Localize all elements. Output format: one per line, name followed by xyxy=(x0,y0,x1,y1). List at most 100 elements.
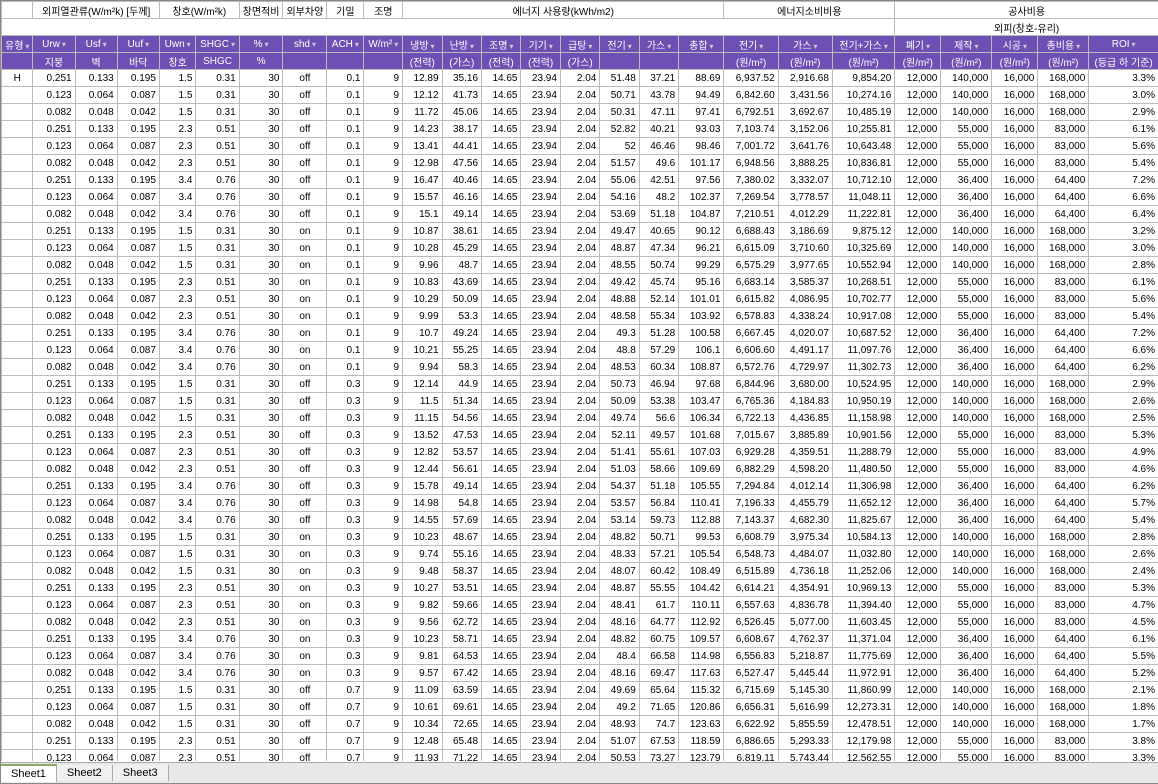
data-row[interactable]: 0.1230.0640.0873.40.7630on0.399.8164.531… xyxy=(2,648,1158,665)
cell: 2.3 xyxy=(159,308,196,325)
data-row[interactable]: 0.1230.0640.0872.30.5130off0.3912.8253.5… xyxy=(2,444,1158,461)
col-type[interactable]: 유형 xyxy=(2,36,33,53)
col-cm[interactable]: 제작 xyxy=(941,36,992,53)
cell: 0.31 xyxy=(196,682,239,699)
col-lpd[interactable]: W/m² xyxy=(364,36,403,53)
data-row[interactable]: 0.0820.0480.0422.30.5130on0.199.9953.314… xyxy=(2,308,1158,325)
data-row[interactable]: 0.0820.0480.0421.50.3130on0.199.9648.714… xyxy=(2,257,1158,274)
cell: 6,929.28 xyxy=(724,444,778,461)
cell: 6,608.79 xyxy=(724,529,778,546)
col-cg[interactable]: 가스 xyxy=(778,36,832,53)
col-uroof[interactable]: Urw xyxy=(33,36,75,53)
data-row[interactable]: 0.2510.1330.1952.30.5130off0.7912.4865.4… xyxy=(2,733,1158,750)
cell: 2.04 xyxy=(560,274,599,291)
col-uwall[interactable]: Usf xyxy=(75,36,117,53)
col-shgc[interactable]: SHGC xyxy=(196,36,239,53)
data-row[interactable]: 0.0820.0480.0422.30.5130on0.399.5662.721… xyxy=(2,614,1158,631)
cell: 14.65 xyxy=(482,444,521,461)
col-equip[interactable]: 기기 xyxy=(521,36,560,53)
cell: 9 xyxy=(364,121,403,138)
data-row[interactable]: 0.2510.1330.1951.50.3130off0.3912.1444.9… xyxy=(2,376,1158,393)
data-row[interactable]: 0.1230.0640.0871.50.3130on0.399.7455.161… xyxy=(2,546,1158,563)
col-tot[interactable]: 총합 xyxy=(679,36,724,53)
cell xyxy=(2,257,33,274)
data-row[interactable]: 0.1230.0640.0872.30.5130off0.7911.9371.2… xyxy=(2,750,1158,762)
data-row[interactable]: 0.2510.1330.1952.30.5130on0.1910.8343.69… xyxy=(2,274,1158,291)
cell: 3.4 xyxy=(159,172,196,189)
data-row[interactable]: 0.2510.1330.1953.40.7630off0.1916.4740.4… xyxy=(2,172,1158,189)
cell: 0.133 xyxy=(75,580,117,597)
cell: 9 xyxy=(364,699,403,716)
data-row[interactable]: 0.0820.0480.0423.40.7630on0.399.5767.421… xyxy=(2,665,1158,682)
data-row[interactable]: 0.1230.0640.0873.40.7630off0.1915.5746.1… xyxy=(2,189,1158,206)
data-row[interactable]: 0.2510.1330.1952.30.5130off0.1914.2338.1… xyxy=(2,121,1158,138)
col-heat[interactable]: 난방 xyxy=(442,36,481,53)
data-row[interactable]: 0.0820.0480.0423.40.7630off0.3914.5557.6… xyxy=(2,512,1158,529)
data-row[interactable]: 0.1230.0640.0873.40.7630on0.1910.2155.25… xyxy=(2,342,1158,359)
data-row[interactable]: 0.0820.0480.0421.50.3130off0.3911.1554.5… xyxy=(2,410,1158,427)
col-elec[interactable]: 전기 xyxy=(600,36,639,53)
col-ci[interactable]: 시공 xyxy=(992,36,1038,53)
cell: 0.251 xyxy=(33,274,75,291)
cell: 0.1 xyxy=(327,87,364,104)
cell: 9 xyxy=(364,325,403,342)
data-row[interactable]: 0.1230.0640.0871.50.3130off0.7910.6169.6… xyxy=(2,699,1158,716)
data-row[interactable]: H0.2510.1330.1951.50.3130off0.1912.8935.… xyxy=(2,70,1158,87)
col-ce[interactable]: 전기 xyxy=(724,36,778,53)
cell: off xyxy=(283,444,327,461)
data-row[interactable]: 0.0820.0480.0421.50.3130off0.7910.3472.6… xyxy=(2,716,1158,733)
cell: 97.68 xyxy=(679,376,724,393)
cell: 4,729.97 xyxy=(778,359,832,376)
data-row[interactable]: 0.1230.0640.0871.50.3130off0.1912.1241.7… xyxy=(2,87,1158,104)
col-ct[interactable]: 총비용 xyxy=(1038,36,1089,53)
data-row[interactable]: 0.2510.1330.1953.40.7630off0.3915.7849.1… xyxy=(2,478,1158,495)
data-row[interactable]: 0.2510.1330.1951.50.3130on0.1910.8738.61… xyxy=(2,223,1158,240)
data-row[interactable]: 0.1230.0640.0871.50.3130on0.1910.2845.29… xyxy=(2,240,1158,257)
tab-sheet3[interactable]: Sheet3 xyxy=(113,765,169,781)
cell: 6,615.09 xyxy=(724,240,778,257)
col-uwin[interactable]: Uwn xyxy=(159,36,196,53)
data-row[interactable]: 0.2510.1330.1951.50.3130off0.7911.0963.5… xyxy=(2,682,1158,699)
cell: 3.8% xyxy=(1089,733,1158,750)
col-ceg[interactable]: 전기+가스 xyxy=(832,36,894,53)
data-row[interactable]: 0.1230.0640.0872.30.5130off0.1913.4144.4… xyxy=(2,138,1158,155)
col-wwr[interactable]: % xyxy=(239,36,283,53)
tab-sheet2[interactable]: Sheet2 xyxy=(57,765,113,781)
data-row[interactable]: 0.1230.0640.0872.30.5130on0.1910.2950.09… xyxy=(2,291,1158,308)
data-row[interactable]: 0.0820.0480.0421.50.3130on0.399.4858.371… xyxy=(2,563,1158,580)
data-row[interactable]: 0.0820.0480.0423.40.7630off0.1915.149.14… xyxy=(2,206,1158,223)
col-ufloor[interactable]: Uuf xyxy=(117,36,159,53)
cell: 6,575.29 xyxy=(724,257,778,274)
cell: 0.51 xyxy=(196,461,239,478)
cell: off xyxy=(283,512,327,529)
col-roi[interactable]: ROI xyxy=(1089,36,1158,53)
tab-sheet1[interactable]: Sheet1 xyxy=(1,764,57,782)
col-cool[interactable]: 냉방 xyxy=(403,36,442,53)
col-gas[interactable]: 가스 xyxy=(639,36,678,53)
cell: 0.048 xyxy=(75,716,117,733)
cell: 0.048 xyxy=(75,104,117,121)
data-row[interactable]: 0.2510.1330.1952.30.5130on0.3910.2753.51… xyxy=(2,580,1158,597)
cell: 51.18 xyxy=(639,206,678,223)
data-row[interactable]: 0.0820.0480.0421.50.3130off0.1911.7245.0… xyxy=(2,104,1158,121)
cell: H xyxy=(2,70,33,87)
col-dhw[interactable]: 급탕 xyxy=(560,36,599,53)
data-row[interactable]: 0.0820.0480.0422.30.5130off0.1912.9847.5… xyxy=(2,155,1158,172)
data-row[interactable]: 0.2510.1330.1952.30.5130off0.3913.5247.5… xyxy=(2,427,1158,444)
cell: 50.09 xyxy=(442,291,481,308)
col-light[interactable]: 조명 xyxy=(482,36,521,53)
data-row[interactable]: 0.2510.1330.1953.40.7630on0.3910.2358.71… xyxy=(2,631,1158,648)
data-row[interactable]: 0.1230.0640.0871.50.3130off0.3911.551.34… xyxy=(2,393,1158,410)
col-shd[interactable]: shd xyxy=(283,36,327,53)
data-row[interactable]: 0.2510.1330.1951.50.3130on0.3910.2348.67… xyxy=(2,529,1158,546)
data-row[interactable]: 0.0820.0480.0422.30.5130off0.3912.4456.6… xyxy=(2,461,1158,478)
cell: 16,000 xyxy=(992,512,1038,529)
cell: 3,641.76 xyxy=(778,138,832,155)
data-row[interactable]: 0.2510.1330.1953.40.7630on0.1910.749.241… xyxy=(2,325,1158,342)
data-row[interactable]: 0.0820.0480.0423.40.7630on0.199.9458.314… xyxy=(2,359,1158,376)
data-row[interactable]: 0.1230.0640.0872.30.5130on0.399.8259.661… xyxy=(2,597,1158,614)
col-cd[interactable]: 폐기 xyxy=(895,36,941,53)
col-ach[interactable]: ACH xyxy=(327,36,364,53)
data-row[interactable]: 0.1230.0640.0873.40.7630off0.3914.9854.8… xyxy=(2,495,1158,512)
cell: 2.8% xyxy=(1089,529,1158,546)
